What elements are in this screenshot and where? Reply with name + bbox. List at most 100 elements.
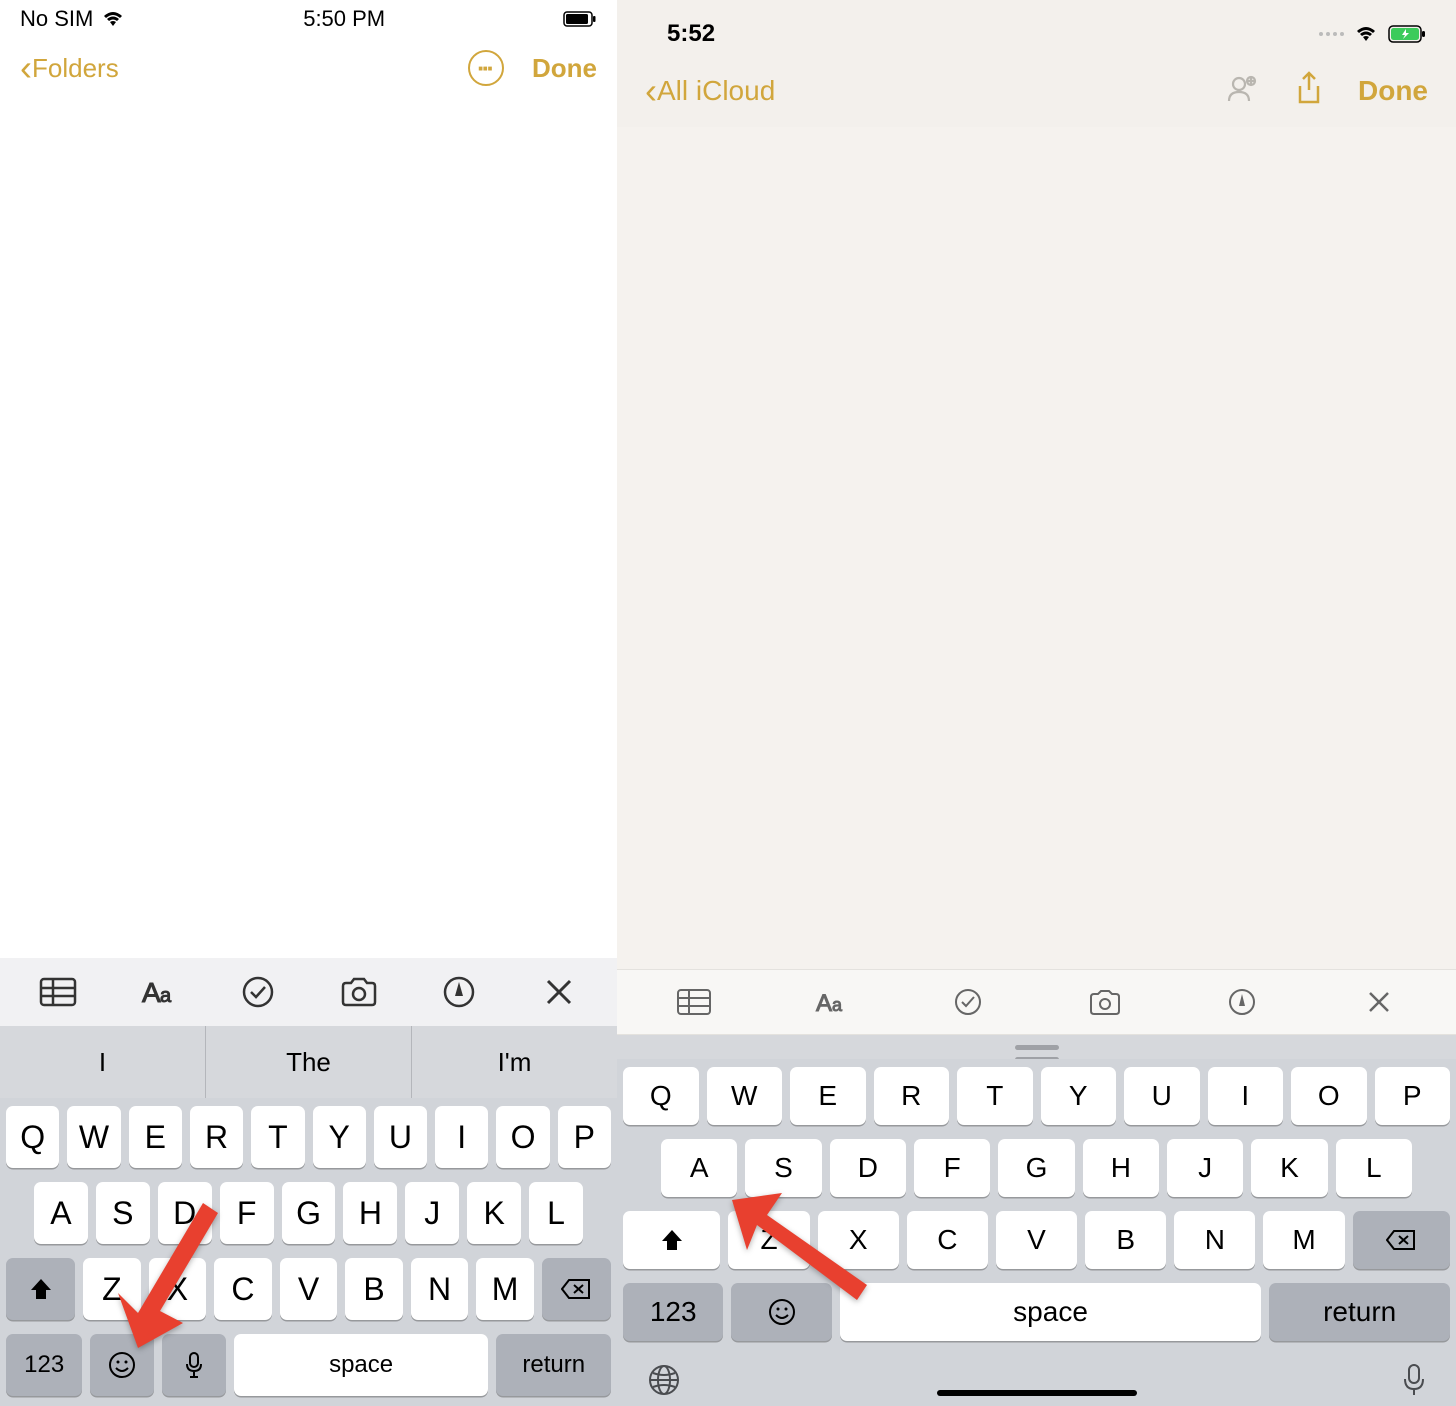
- key-b[interactable]: B: [345, 1258, 403, 1320]
- note-body[interactable]: [0, 100, 617, 958]
- table-icon[interactable]: [672, 980, 716, 1024]
- key-l[interactable]: L: [1336, 1139, 1412, 1197]
- space-key[interactable]: space: [840, 1283, 1262, 1341]
- text-format-icon[interactable]: Aa: [136, 970, 180, 1014]
- back-button[interactable]: ‹ Folders: [20, 53, 119, 84]
- key-t[interactable]: T: [251, 1106, 304, 1168]
- clock: 5:50 PM: [303, 6, 385, 32]
- key-u[interactable]: U: [1124, 1067, 1200, 1125]
- space-key[interactable]: space: [234, 1334, 489, 1396]
- key-y[interactable]: Y: [1041, 1067, 1117, 1125]
- share-icon[interactable]: [1294, 70, 1324, 111]
- key-y[interactable]: Y: [313, 1106, 366, 1168]
- key-i[interactable]: I: [1208, 1067, 1284, 1125]
- key-g[interactable]: G: [998, 1139, 1074, 1197]
- key-n[interactable]: N: [411, 1258, 469, 1320]
- key-g[interactable]: G: [282, 1182, 336, 1244]
- key-w[interactable]: W: [707, 1067, 783, 1125]
- camera-icon[interactable]: [1083, 980, 1127, 1024]
- key-j[interactable]: J: [405, 1182, 459, 1244]
- key-e[interactable]: E: [129, 1106, 182, 1168]
- key-j[interactable]: J: [1167, 1139, 1243, 1197]
- phone-left: No SIM 5:50 PM ‹ Folders ··· Done Aa I T…: [0, 0, 617, 1406]
- annotation-arrow: [108, 1193, 228, 1358]
- key-q[interactable]: Q: [6, 1106, 59, 1168]
- checklist-icon[interactable]: [236, 970, 280, 1014]
- key-c[interactable]: C: [907, 1211, 988, 1269]
- nav-bar: ‹ All iCloud Done: [617, 48, 1456, 127]
- format-toolbar: Aa: [617, 969, 1456, 1035]
- key-r[interactable]: R: [874, 1067, 950, 1125]
- prediction-2[interactable]: The: [206, 1026, 412, 1098]
- svg-text:A: A: [816, 990, 832, 1017]
- key-w[interactable]: W: [67, 1106, 120, 1168]
- keyboard-handle[interactable]: [617, 1035, 1456, 1059]
- key-q[interactable]: Q: [623, 1067, 699, 1125]
- key-i[interactable]: I: [435, 1106, 488, 1168]
- prediction-1[interactable]: I: [0, 1026, 206, 1098]
- key-e[interactable]: E: [790, 1067, 866, 1125]
- bottom-row: [617, 1351, 1456, 1406]
- note-body[interactable]: [617, 127, 1456, 969]
- key-o[interactable]: O: [496, 1106, 549, 1168]
- phone-right: 5:52 ‹ All iCloud Done Aa QWERTYUIOP: [617, 0, 1456, 1406]
- more-button[interactable]: ···: [468, 50, 504, 86]
- backspace-key[interactable]: [542, 1258, 611, 1320]
- globe-key[interactable]: [647, 1363, 681, 1402]
- key-v[interactable]: V: [996, 1211, 1077, 1269]
- key-p[interactable]: P: [558, 1106, 611, 1168]
- markup-icon[interactable]: [1220, 980, 1264, 1024]
- close-icon[interactable]: [537, 970, 581, 1014]
- table-icon[interactable]: [36, 970, 80, 1014]
- done-button[interactable]: Done: [1358, 75, 1428, 107]
- key-f[interactable]: F: [914, 1139, 990, 1197]
- wifi-icon: [1354, 25, 1378, 43]
- status-bar: 5:52: [617, 0, 1456, 48]
- dictation-key[interactable]: [1402, 1363, 1426, 1402]
- annotation-arrow: [727, 1175, 887, 1310]
- home-indicator[interactable]: [937, 1390, 1137, 1396]
- return-key[interactable]: return: [496, 1334, 611, 1396]
- key-k[interactable]: K: [1251, 1139, 1327, 1197]
- key-p[interactable]: P: [1375, 1067, 1451, 1125]
- key-r[interactable]: R: [190, 1106, 243, 1168]
- shift-key[interactable]: [623, 1211, 720, 1269]
- text-format-icon[interactable]: Aa: [809, 980, 853, 1024]
- numeric-key[interactable]: 123: [6, 1334, 82, 1396]
- key-o[interactable]: O: [1291, 1067, 1367, 1125]
- key-t[interactable]: T: [957, 1067, 1033, 1125]
- collaborate-icon[interactable]: [1224, 71, 1260, 110]
- key-h[interactable]: H: [343, 1182, 397, 1244]
- key-l[interactable]: L: [529, 1182, 583, 1244]
- key-row-4: 123 space return: [6, 1334, 611, 1396]
- key-v[interactable]: V: [280, 1258, 338, 1320]
- key-n[interactable]: N: [1174, 1211, 1255, 1269]
- close-icon[interactable]: [1357, 980, 1401, 1024]
- key-u[interactable]: U: [374, 1106, 427, 1168]
- backspace-key[interactable]: [1353, 1211, 1450, 1269]
- key-a[interactable]: A: [34, 1182, 88, 1244]
- key-m[interactable]: M: [1263, 1211, 1344, 1269]
- key-m[interactable]: M: [476, 1258, 534, 1320]
- key-b[interactable]: B: [1085, 1211, 1166, 1269]
- key-h[interactable]: H: [1083, 1139, 1159, 1197]
- back-button[interactable]: ‹ All iCloud: [645, 75, 775, 107]
- key-a[interactable]: A: [661, 1139, 737, 1197]
- keyboard: QWERTYUIOP ASDFGHJKL ZXCVBNM 123 space r…: [0, 1098, 617, 1406]
- camera-icon[interactable]: [337, 970, 381, 1014]
- markup-icon[interactable]: [437, 970, 481, 1014]
- wifi-icon: [101, 10, 125, 28]
- done-button[interactable]: Done: [532, 53, 597, 84]
- checklist-icon[interactable]: [946, 980, 990, 1024]
- key-row-3: ZXCVBNM: [6, 1258, 611, 1320]
- key-row-1: QWERTYUIOP: [6, 1106, 611, 1168]
- prediction-bar: I The I'm: [0, 1026, 617, 1098]
- key-k[interactable]: K: [467, 1182, 521, 1244]
- clock: 5:52: [667, 20, 715, 48]
- numeric-key[interactable]: 123: [623, 1283, 723, 1341]
- return-key[interactable]: return: [1269, 1283, 1450, 1341]
- svg-text:A: A: [142, 977, 161, 1008]
- shift-key[interactable]: [6, 1258, 75, 1320]
- prediction-3[interactable]: I'm: [412, 1026, 617, 1098]
- key-row-2: ASDFGHJKL: [6, 1182, 611, 1244]
